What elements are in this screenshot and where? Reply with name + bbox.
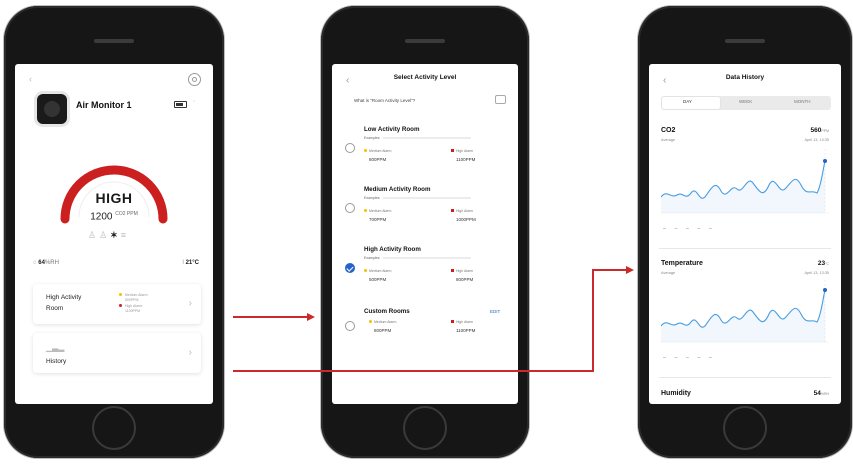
arrow-to-history-screen	[233, 266, 634, 372]
flow-arrows	[233, 266, 634, 372]
